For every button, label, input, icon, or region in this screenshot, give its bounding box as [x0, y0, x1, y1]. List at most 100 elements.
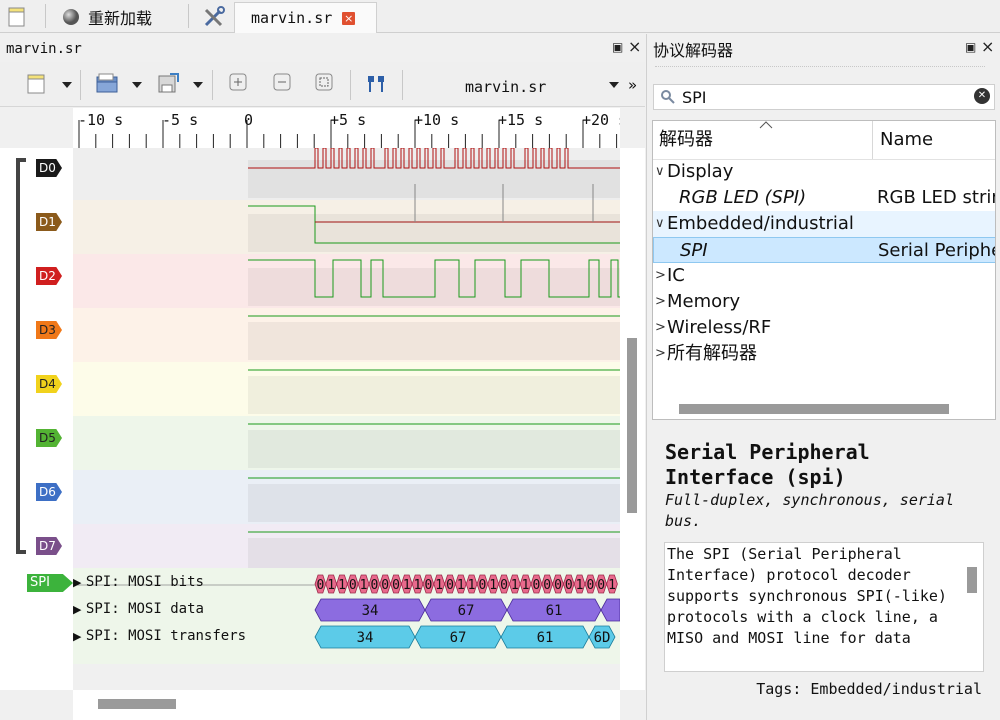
annotation-segment[interactable]: 67 — [414, 625, 502, 649]
cursor-button[interactable] — [364, 72, 388, 100]
bit-annotation[interactable]: 1 — [606, 574, 618, 594]
bit-annotation[interactable]: 1 — [573, 574, 586, 594]
chevron-down-icon[interactable]: ∨ — [655, 211, 665, 237]
horizontal-scroll-thumb[interactable] — [98, 699, 176, 709]
bit-annotation[interactable]: 0 — [541, 574, 554, 594]
decoder-tree-row[interactable]: > Wireless/RF — [653, 315, 995, 341]
decoder-description-box[interactable]: The SPI (Serial Peripheral Interface) pr… — [664, 542, 984, 672]
bit-annotation[interactable]: 1 — [465, 574, 478, 594]
trace-view[interactable]: 0 1 1 0 1 0 0 0 1 1 0 1 0 1 1 0 1 0 1 1 0 0 0 0 1 0 0 1 34 67 61 34 67 61… — [73, 148, 620, 690]
zoom-in-button[interactable] — [228, 72, 248, 96]
chevron-down-icon[interactable]: ∨ — [655, 159, 665, 185]
tree-scroll-thumb[interactable] — [679, 404, 949, 414]
open-dropdown-icon[interactable] — [132, 82, 142, 88]
bit-annotation[interactable]: 0 — [314, 574, 327, 594]
zoom-out-button[interactable] — [272, 72, 292, 96]
decoder-tree-row[interactable]: > Memory — [653, 289, 995, 315]
tree-horizontal-scrollbar[interactable] — [653, 399, 995, 419]
bit-annotation[interactable]: 0 — [530, 574, 543, 594]
vertical-scroll-thumb[interactable] — [627, 338, 637, 513]
annotation-segment[interactable]: 61 — [500, 625, 590, 649]
row-label: SPI: MOSI transfers — [85, 628, 247, 644]
time-ruler[interactable]: -10 s -5 s 0 +5 s +10 s +15 s +20 s — [73, 108, 620, 148]
annotation-segment[interactable]: 34 — [314, 625, 416, 649]
decoder-row-mosi-data[interactable]: ▶ SPI: MOSI data — [73, 601, 204, 617]
decoder-dock-title: 协议解码器 — [653, 40, 734, 60]
bit-annotation[interactable]: 0 — [444, 574, 456, 594]
tab-marvin-sr[interactable]: marvin.sr × — [234, 2, 377, 33]
svg-text:0: 0 — [381, 578, 389, 593]
session-selector-dropdown-icon[interactable] — [609, 82, 619, 88]
bit-annotation[interactable]: 1 — [454, 574, 467, 594]
chevron-right-icon[interactable]: > — [655, 289, 666, 315]
vertical-scrollbar[interactable] — [620, 148, 645, 690]
bit-annotation[interactable]: 0 — [368, 574, 381, 594]
chevron-right-icon[interactable]: > — [655, 263, 666, 289]
bit-annotation[interactable]: 1 — [487, 574, 500, 594]
clear-search-icon[interactable]: ✕ — [974, 88, 990, 104]
toolbar-overflow-icon[interactable]: » — [628, 76, 637, 94]
bit-annotation[interactable]: 0 — [498, 574, 510, 594]
annotation-segment[interactable]: 6D — [588, 625, 616, 649]
svg-text:1: 1 — [457, 578, 465, 593]
horizontal-scrollbar[interactable] — [73, 690, 620, 720]
close-dock-icon[interactable]: × — [981, 37, 994, 56]
decoder-row-mosi-transfers[interactable]: ▶ SPI: MOSI transfers — [73, 628, 246, 644]
decoder-tree-row[interactable]: > IC — [653, 263, 995, 289]
bit-annotation[interactable]: 0 — [379, 574, 392, 594]
decoder-tree-row[interactable]: ∨ Embedded/industrial — [653, 211, 995, 237]
annotation-segment[interactable]: 34 — [314, 598, 426, 622]
annotation-segment[interactable]: 67 — [424, 598, 508, 622]
open-button[interactable] — [94, 72, 120, 100]
zoom-fit-button[interactable] — [314, 72, 334, 96]
search-input[interactable]: SPI — [682, 88, 707, 107]
save-button[interactable] — [156, 72, 182, 100]
new-session-icon — [27, 74, 45, 94]
session-selector[interactable]: marvin.sr — [465, 78, 546, 96]
chevron-right-icon[interactable]: > — [655, 315, 666, 341]
column-header-id[interactable]: 解码器 — [659, 121, 871, 159]
decoder-tree-row[interactable]: ∨ Display — [653, 159, 995, 185]
close-tab-icon[interactable]: × — [342, 11, 356, 25]
bit-annotation[interactable]: 1 — [411, 574, 424, 594]
new-session-button[interactable] — [24, 72, 48, 100]
float-dock-icon[interactable]: ▣ — [612, 40, 623, 54]
bit-annotation[interactable]: 1 — [325, 574, 338, 594]
decoder-selector-dock: 协议解码器 ▣ × SPI ✕ 解码器 Name ∨ Display RGB LED… — [646, 34, 1000, 720]
bit-annotation[interactable]: 1 — [400, 574, 413, 594]
reload-button[interactable]: 重新加载 — [62, 0, 152, 33]
bit-annotation[interactable]: 1 — [508, 574, 521, 594]
top-tab-bar: 重新加载 marvin.sr × — [0, 0, 1000, 33]
bit-annotation[interactable]: 0 — [562, 574, 575, 594]
close-dock-icon[interactable]: × — [628, 37, 641, 56]
float-dock-icon[interactable]: ▣ — [965, 40, 976, 54]
save-dropdown-icon[interactable] — [193, 82, 203, 88]
ruler-tick-label: 0 — [244, 111, 253, 129]
svg-text:0: 0 — [478, 578, 486, 593]
bit-annotation[interactable]: 1 — [519, 574, 532, 594]
bit-annotation[interactable]: 0 — [595, 574, 608, 594]
decoder-row-mosi-bits[interactable]: ▶ SPI: MOSI bits — [73, 574, 204, 590]
annotation-segment[interactable]: 61 — [506, 598, 602, 622]
settings-button[interactable] — [202, 0, 226, 33]
new-view-button[interactable] — [6, 0, 28, 33]
chevron-right-icon[interactable]: > — [655, 341, 666, 367]
decoder-search[interactable]: SPI ✕ — [653, 84, 995, 110]
bit-annotation[interactable]: 0 — [552, 574, 564, 594]
bit-annotation[interactable]: 0 — [346, 574, 359, 594]
svg-text:1: 1 — [338, 578, 346, 593]
description-scroll-thumb[interactable] — [967, 567, 977, 593]
bit-annotation[interactable]: 1 — [433, 574, 446, 594]
bit-annotation[interactable]: 0 — [390, 574, 402, 594]
bit-annotation[interactable]: 0 — [584, 574, 597, 594]
bit-annotation[interactable]: 0 — [422, 574, 435, 594]
new-session-dropdown-icon[interactable] — [62, 82, 72, 88]
decoder-tree-row[interactable]: > 所有解码器 — [653, 341, 995, 367]
decoder-tree[interactable]: 解码器 Name ∨ Display RGB LED (SPI) RGB LED st… — [652, 120, 996, 420]
column-header-name[interactable]: Name — [880, 121, 933, 159]
decoder-tree-row[interactable]: SPI Serial Periphe — [653, 237, 995, 263]
decoder-tree-row[interactable]: RGB LED (SPI) RGB LED strin. — [653, 185, 995, 211]
bit-annotation[interactable]: 1 — [357, 574, 370, 594]
bit-annotation[interactable]: 0 — [476, 574, 489, 594]
bit-annotation[interactable]: 1 — [336, 574, 348, 594]
